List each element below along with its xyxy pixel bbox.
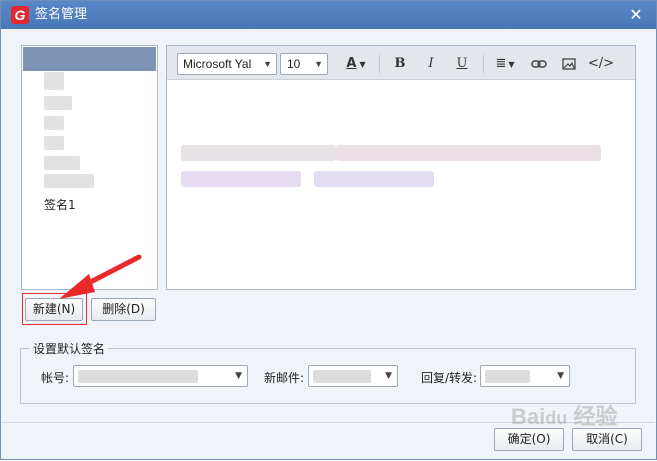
editor-content-area[interactable] xyxy=(167,81,635,289)
blurred-content xyxy=(44,116,64,130)
insert-image-button[interactable] xyxy=(557,53,581,75)
toolbar-separator xyxy=(483,55,484,73)
blurred-content xyxy=(44,72,64,90)
italic-button[interactable]: I xyxy=(420,53,442,75)
chevron-down-icon: ▼ xyxy=(557,371,564,381)
link-icon xyxy=(531,60,547,68)
reply-forward-select[interactable]: ▼ xyxy=(480,365,570,387)
blurred-content xyxy=(78,370,198,383)
insert-link-button[interactable] xyxy=(527,53,551,75)
account-select[interactable]: ▼ xyxy=(73,365,248,387)
font-family-select[interactable]: Microsoft Yal ▼ xyxy=(177,53,277,75)
new-mail-select[interactable]: ▼ xyxy=(308,365,398,387)
blurred-content xyxy=(44,174,94,188)
source-code-button[interactable]: </> xyxy=(587,53,615,75)
close-button[interactable]: ✕ xyxy=(626,5,646,25)
blurred-content xyxy=(336,145,601,161)
cancel-button[interactable]: 取消(C) xyxy=(572,428,642,451)
chevron-down-icon: ▼ xyxy=(385,371,392,381)
code-icon: </> xyxy=(587,56,615,71)
font-size-select[interactable]: 10 ▼ xyxy=(280,53,328,75)
blurred-content xyxy=(313,370,371,383)
group-legend: 设置默认签名 xyxy=(30,340,109,357)
window-title: 签名管理 xyxy=(35,7,88,22)
reply-forward-label: 回复/转发: xyxy=(421,371,478,385)
chevron-down-icon: ▼ xyxy=(263,59,272,69)
blurred-content xyxy=(181,145,336,161)
signature-list[interactable]: 签名1 xyxy=(21,45,158,290)
align-button[interactable]: ≣ ▼ xyxy=(491,53,519,75)
watermark-logo: Baidu 经验 xyxy=(511,404,618,429)
signature-editor: Microsoft Yal ▼ 10 ▼ A ▼ B I U ≣ ▼ </> xyxy=(166,45,636,290)
signature-item-selected[interactable] xyxy=(23,47,156,71)
editor-toolbar: Microsoft Yal ▼ 10 ▼ A ▼ B I U ≣ ▼ </> xyxy=(167,46,635,80)
app-logo: G xyxy=(11,6,29,24)
new-signature-button[interactable]: 新建(N) xyxy=(25,298,83,321)
underline-button[interactable]: U xyxy=(451,53,473,75)
title-bar: G 签名管理 ✕ xyxy=(1,1,656,29)
ok-button[interactable]: 确定(O) xyxy=(494,428,564,451)
font-color-button[interactable]: A ▼ xyxy=(342,53,370,75)
font-color-icon: A xyxy=(346,56,357,71)
delete-signature-button[interactable]: 删除(D) xyxy=(91,298,156,321)
blurred-content xyxy=(44,136,64,150)
blurred-content xyxy=(44,96,72,110)
blurred-content xyxy=(181,171,301,187)
signature-item-label[interactable]: 签名1 xyxy=(44,196,76,213)
signature-manager-dialog: G 签名管理 ✕ 签名1 Microsoft Yal ▼ 10 ▼ A ▼ B … xyxy=(0,0,657,460)
blurred-content xyxy=(314,171,434,187)
close-icon[interactable]: ✕ xyxy=(629,5,642,24)
blurred-content xyxy=(485,370,530,383)
new-mail-label: 新邮件: xyxy=(264,371,305,385)
toolbar-separator xyxy=(379,55,380,73)
blurred-content xyxy=(44,156,80,170)
chevron-down-icon: ▼ xyxy=(314,59,323,69)
font-family-value: Microsoft Yal xyxy=(183,57,252,71)
align-icon: ≣ xyxy=(495,56,507,71)
bold-button[interactable]: B xyxy=(389,53,411,75)
chevron-down-icon: ▼ xyxy=(235,371,242,381)
image-icon xyxy=(562,58,576,70)
account-label: 帐号: xyxy=(41,371,70,385)
font-size-value: 10 xyxy=(287,57,301,71)
